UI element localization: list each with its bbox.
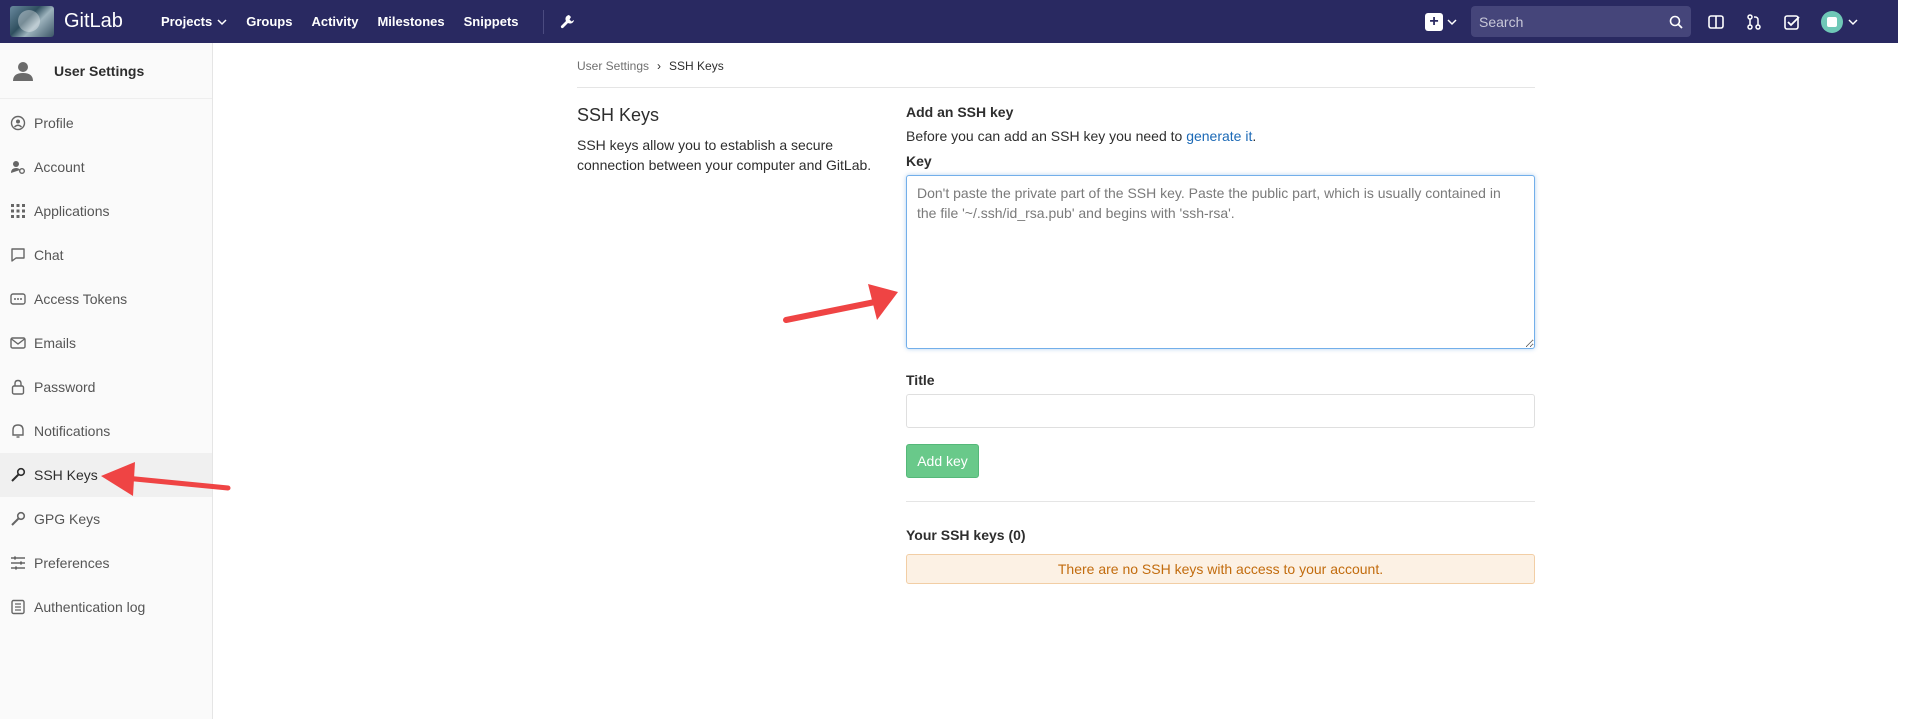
applications-icon bbox=[11, 204, 25, 218]
email-icon bbox=[10, 337, 26, 349]
key-icon bbox=[11, 511, 26, 526]
form-intro-text: Before you can add an SSH key you need t… bbox=[906, 128, 1187, 144]
sidebar-title: User Settings bbox=[54, 62, 145, 79]
todo-check-icon[interactable] bbox=[1783, 13, 1801, 31]
nav-milestones[interactable]: Milestones bbox=[377, 14, 444, 29]
sidebar-item-preferences[interactable]: Preferences bbox=[0, 541, 212, 585]
top-navbar: GitLab Projects Groups Activity Mileston… bbox=[0, 0, 1898, 43]
user-icon bbox=[13, 61, 33, 81]
nav-snippets[interactable]: Snippets bbox=[464, 14, 519, 29]
chevron-down-icon bbox=[1848, 18, 1858, 25]
section-description: SSH keys allow you to establish a secure… bbox=[577, 137, 872, 173]
nav-divider bbox=[542, 9, 544, 34]
title-input[interactable] bbox=[906, 394, 1535, 428]
brand-name: GitLab bbox=[64, 10, 123, 32]
access-tokens-icon bbox=[10, 293, 26, 305]
form-heading: Add an SSH key bbox=[906, 104, 1014, 120]
sidebar-item-label: Applications bbox=[34, 203, 110, 219]
nav-right-group: + bbox=[1425, 0, 1898, 43]
sidebar-item-notifications[interactable]: Notifications bbox=[0, 409, 212, 453]
plus-icon: + bbox=[1425, 12, 1443, 31]
sidebar-item-account[interactable]: Account bbox=[0, 145, 212, 189]
sidebar-toggle-icon[interactable] bbox=[1707, 13, 1725, 31]
empty-keys-alert: There are no SSH keys with access to you… bbox=[906, 554, 1535, 584]
annotation-arrow-key-field bbox=[783, 284, 898, 323]
profile-icon bbox=[10, 115, 26, 131]
main-nav: Projects Groups Activity Milestones Snip… bbox=[161, 14, 538, 29]
lock-icon bbox=[11, 379, 25, 395]
log-icon bbox=[11, 599, 25, 615]
sidebar-item-gpg-keys[interactable]: GPG Keys bbox=[0, 497, 212, 541]
key-label: Key bbox=[906, 153, 932, 169]
avatar bbox=[1821, 10, 1843, 33]
section-title: SSH Keys bbox=[577, 105, 660, 125]
sidebar-item-label: Profile bbox=[34, 115, 74, 131]
new-item-dropdown[interactable]: + bbox=[1425, 12, 1457, 31]
sidebar-item-authentication-log[interactable]: Authentication log bbox=[0, 585, 212, 629]
add-key-button[interactable]: Add key bbox=[906, 444, 979, 478]
section-info: SSH Keys SSH keys allow you to establish… bbox=[577, 104, 906, 584]
breadcrumb-current: SSH Keys bbox=[669, 59, 724, 73]
key-icon bbox=[11, 467, 26, 482]
sidebar-item-profile[interactable]: Profile bbox=[0, 101, 212, 145]
annotation-arrow-ssh-keys bbox=[101, 462, 231, 496]
breadcrumb-parent-link[interactable]: User Settings bbox=[577, 59, 649, 73]
main-content: User Settings › SSH Keys SSH Keys SSH ke… bbox=[577, 43, 1535, 584]
form-intro-end: . bbox=[1252, 128, 1257, 144]
sidebar-item-label: Chat bbox=[34, 247, 64, 263]
chevron-down-icon bbox=[217, 18, 227, 25]
sidebar-item-label: Emails bbox=[34, 335, 77, 351]
merge-request-icon[interactable] bbox=[1745, 13, 1763, 31]
generate-it-link[interactable]: generate it bbox=[1186, 128, 1252, 144]
sidebar-item-emails[interactable]: Emails bbox=[0, 321, 212, 365]
chat-icon bbox=[11, 248, 25, 262]
search-box bbox=[1471, 6, 1691, 37]
sidebar-item-label: SSH Keys bbox=[34, 467, 98, 483]
sidebar-item-label: GPG Keys bbox=[34, 511, 101, 527]
key-textarea[interactable] bbox=[906, 175, 1535, 349]
search-icon[interactable] bbox=[1669, 15, 1683, 29]
settings-row: SSH Keys SSH keys allow you to establish… bbox=[577, 104, 1535, 584]
form-intro: Before you can add an SSH key you need t… bbox=[906, 128, 1535, 144]
nav-groups[interactable]: Groups bbox=[246, 14, 292, 29]
chevron-down-icon bbox=[1447, 18, 1457, 25]
sidebar-header[interactable]: User Settings bbox=[0, 43, 212, 99]
sidebar-item-label: Password bbox=[34, 379, 96, 395]
sidebar-item-label: Authentication log bbox=[34, 599, 146, 615]
sidebar-item-password[interactable]: Password bbox=[0, 365, 212, 409]
account-icon bbox=[11, 161, 25, 174]
wrench-icon[interactable] bbox=[558, 13, 576, 31]
sidebar-item-label: Account bbox=[34, 159, 85, 175]
ssh-key-form: Add an SSH key Before you can add an SSH… bbox=[906, 104, 1535, 584]
sidebar-item-chat[interactable]: Chat bbox=[0, 233, 212, 277]
nav-activity[interactable]: Activity bbox=[311, 14, 358, 29]
settings-sidebar: User Settings Profile Account Applicatio… bbox=[0, 43, 213, 719]
your-ssh-keys-heading: Your SSH keys (0) bbox=[906, 527, 1026, 543]
preferences-icon bbox=[11, 556, 25, 570]
divider bbox=[906, 501, 1535, 502]
breadcrumb: User Settings › SSH Keys bbox=[577, 43, 1535, 88]
nav-projects-label: Projects bbox=[160, 14, 213, 29]
user-menu[interactable] bbox=[1821, 10, 1858, 33]
search-input[interactable] bbox=[1479, 13, 1669, 30]
sidebar-nav: Profile Account Applications Chat Access… bbox=[0, 101, 212, 629]
sidebar-item-label: Notifications bbox=[34, 423, 111, 439]
breadcrumb-separator-icon: › bbox=[657, 59, 662, 73]
sidebar-item-access-tokens[interactable]: Access Tokens bbox=[0, 277, 212, 321]
brand-logo-image bbox=[10, 6, 54, 37]
nav-projects[interactable]: Projects bbox=[161, 14, 227, 29]
bell-icon bbox=[12, 424, 24, 438]
title-label: Title bbox=[906, 372, 935, 388]
gitlab-logo-link[interactable]: GitLab bbox=[10, 6, 123, 37]
sidebar-item-applications[interactable]: Applications bbox=[0, 189, 212, 233]
sidebar-item-label: Preferences bbox=[34, 555, 110, 571]
sidebar-item-label: Access Tokens bbox=[34, 291, 128, 307]
